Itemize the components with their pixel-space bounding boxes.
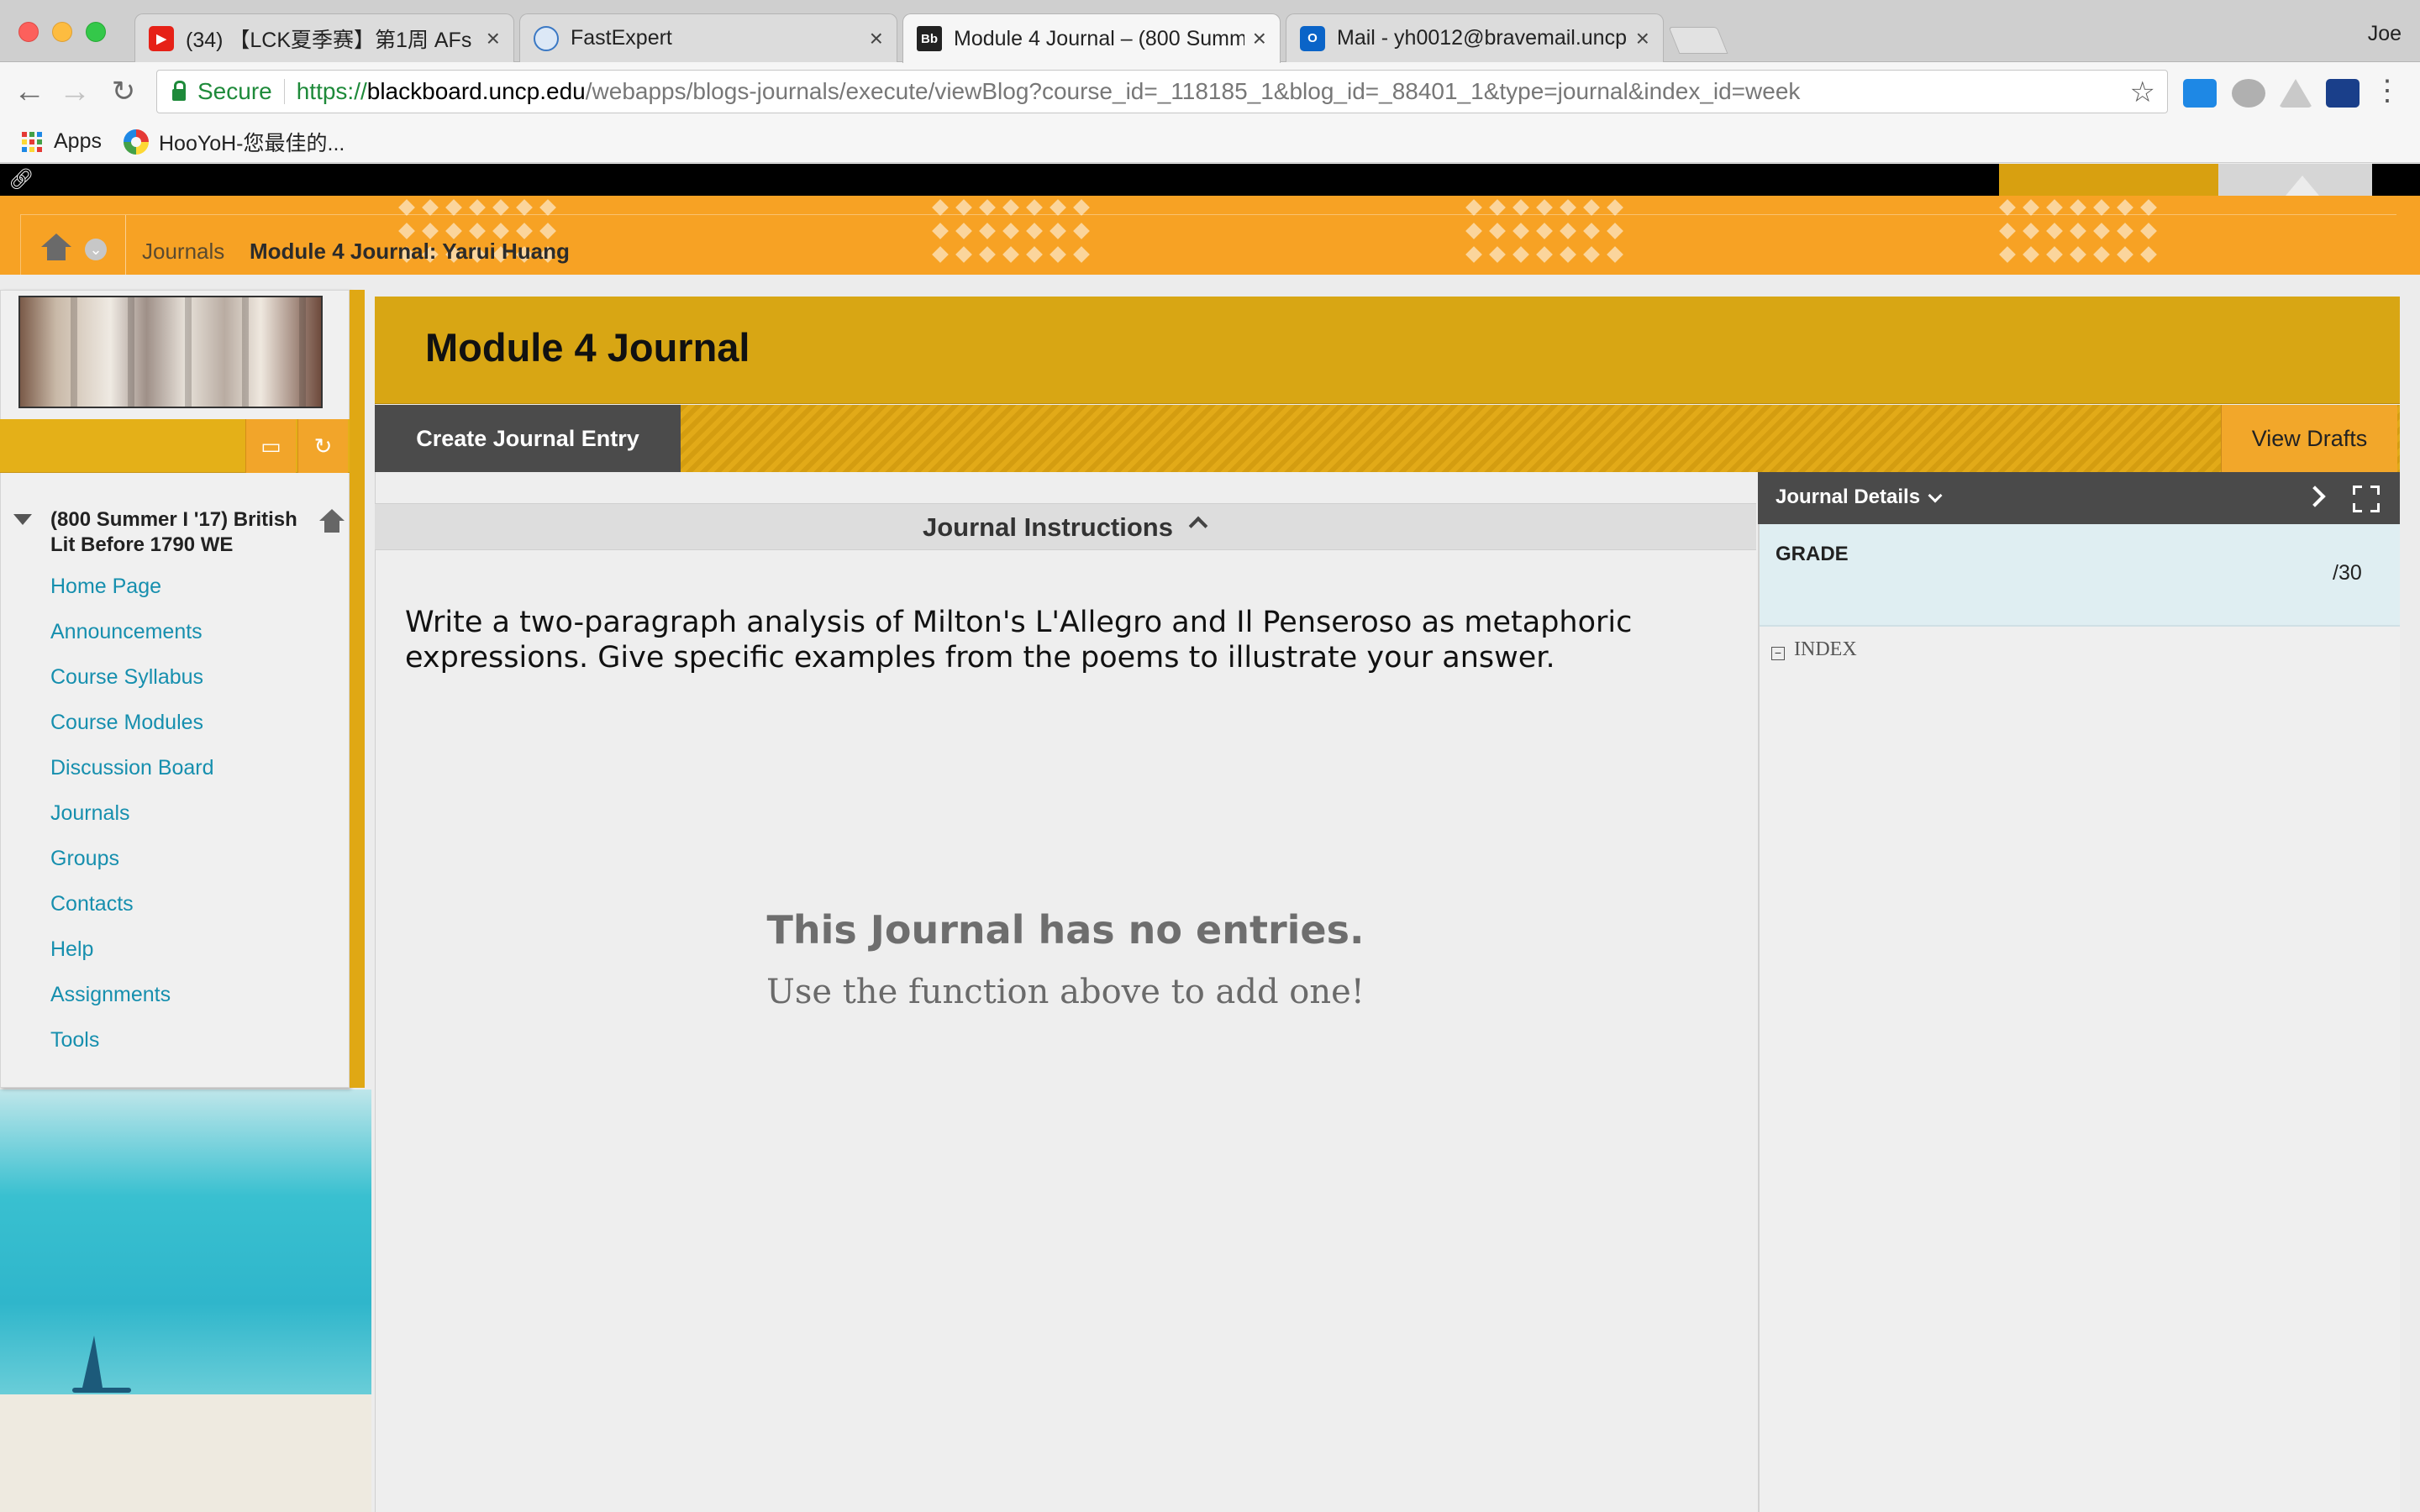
- outlook-icon: O: [1300, 25, 1325, 51]
- lock-icon: [172, 81, 186, 101]
- breadcrumb-divider: [125, 215, 126, 275]
- blackboard-icon: Bb: [917, 26, 942, 51]
- home-icon[interactable]: [41, 234, 71, 260]
- sand-background-image: [0, 1394, 371, 1512]
- breadcrumb: ⌄ Journals Module 4 Journal: Yarui Huang: [20, 214, 2396, 275]
- browser-tab-fastexpert[interactable]: FastExpert ×: [519, 13, 897, 62]
- sailboat-icon: [82, 1336, 103, 1388]
- course-home-icon[interactable]: [319, 509, 345, 533]
- view-drafts-button[interactable]: View Drafts: [2221, 405, 2397, 472]
- url-path: /webapps/blogs-journals/execute/viewBlog…: [585, 78, 1801, 104]
- bookmark-star-icon[interactable]: ☆: [2130, 76, 2155, 109]
- browser-tab-blackboard[interactable]: Bb Module 4 Journal – (800 Summ ×: [902, 13, 1281, 63]
- browser-tab-bar: ▶ (34) 【LCK夏季赛】第1周 AFs × FastExpert × Bb…: [0, 0, 2420, 63]
- grade-label: GRADE: [1776, 543, 1849, 565]
- link-icon[interactable]: 🔗︎: [8, 167, 34, 192]
- nav-item-home-page[interactable]: Home Page: [50, 575, 214, 620]
- folder-view-icon[interactable]: ▭: [245, 419, 296, 473]
- hooyoh-icon: [123, 129, 149, 155]
- nav-item-help[interactable]: Help: [50, 937, 214, 983]
- address-divider: [283, 79, 285, 104]
- profile-name[interactable]: Joe: [2368, 22, 2402, 46]
- url-scheme: https://: [296, 78, 367, 104]
- tab-title: FastExpert: [571, 26, 672, 50]
- clapper-extension-icon[interactable]: [2326, 79, 2360, 108]
- empty-state-title: This Journal has no entries.: [766, 907, 1365, 953]
- secure-label: Secure: [197, 78, 272, 104]
- breadcrumb-journals[interactable]: Journals: [142, 239, 224, 265]
- index-label[interactable]: INDEX: [1794, 638, 1857, 661]
- collapse-box-icon[interactable]: −: [1771, 647, 1785, 660]
- nav-item-course-modules[interactable]: Course Modules: [50, 711, 214, 756]
- forward-arrow-icon[interactable]: →: [57, 74, 92, 109]
- window-close-button[interactable]: [18, 22, 39, 42]
- tab-close-icon[interactable]: ×: [1636, 25, 1649, 52]
- youtube-icon: ▶: [149, 25, 174, 51]
- browser-menu-icon[interactable]: ⋮: [2373, 74, 2402, 108]
- nav-item-contacts[interactable]: Contacts: [50, 892, 214, 937]
- browser-tab-mail[interactable]: O Mail - yh0012@bravemail.uncp ×: [1286, 13, 1664, 62]
- fastexpert-icon: [534, 25, 559, 51]
- course-title[interactable]: (800 Summer I '17) British Lit Before 17…: [50, 507, 319, 558]
- course-banner-image: [18, 296, 323, 408]
- grade-value: /30: [2333, 561, 2362, 585]
- lite-extension-icon[interactable]: [2183, 79, 2217, 108]
- nav-item-journals[interactable]: Journals: [50, 801, 214, 847]
- expand-icon[interactable]: [2353, 486, 2380, 512]
- browser-tab-youtube[interactable]: ▶ (34) 【LCK夏季赛】第1周 AFs ×: [134, 13, 514, 62]
- bb-top-tab-active[interactable]: [1999, 164, 2218, 196]
- refresh-icon[interactable]: ↻: [297, 419, 348, 473]
- bookmark-hooyoh[interactable]: HooYoH-您最佳的...: [159, 127, 345, 157]
- tab-close-icon[interactable]: ×: [487, 25, 500, 52]
- course-nav: Home Page Announcements Course Syllabus …: [50, 575, 214, 1074]
- course-menu-toolbar: ▭ ↻: [0, 419, 350, 473]
- tab-title: Module 4 Journal – (800 Summ: [954, 26, 1244, 50]
- browser-toolbar: ← → ↻ Secure https:// blackboard.uncp.ed…: [0, 62, 2420, 121]
- nav-item-assignments[interactable]: Assignments: [50, 983, 214, 1028]
- window-zoom-button[interactable]: [86, 22, 106, 42]
- reload-icon[interactable]: ↻: [106, 74, 141, 109]
- sea-background-image: [0, 1089, 371, 1394]
- empty-state-subtitle: Use the function above to add one!: [766, 973, 1365, 1011]
- new-tab-button[interactable]: [1668, 27, 1728, 54]
- instructions-label[interactable]: Journal Instructions: [923, 512, 1173, 543]
- page-title: Module 4 Journal: [425, 325, 750, 370]
- bookmarks-bar: Apps HooYoH-您最佳的...: [0, 121, 2420, 163]
- grade-section: [1760, 524, 2400, 627]
- journal-details-panel: [1758, 472, 2400, 1512]
- tab-title: Mail - yh0012@bravemail.uncp: [1337, 26, 1627, 50]
- bb-top-tab[interactable]: [2218, 164, 2372, 196]
- journal-details-title[interactable]: Journal Details: [1776, 486, 1920, 509]
- address-bar[interactable]: Secure https:// blackboard.uncp.edu /web…: [156, 70, 2168, 113]
- course-menu-handle[interactable]: [350, 290, 365, 1088]
- boat-hull: [72, 1388, 131, 1393]
- chevron-down-icon[interactable]: ⌄: [85, 239, 107, 260]
- instructions-text: Write a two-paragraph analysis of Milton…: [405, 606, 1633, 675]
- nav-item-groups[interactable]: Groups: [50, 847, 214, 892]
- nav-item-course-syllabus[interactable]: Course Syllabus: [50, 665, 214, 711]
- tab-close-icon[interactable]: ×: [1253, 25, 1266, 52]
- nav-item-discussion-board[interactable]: Discussion Board: [50, 756, 214, 801]
- puzzle-extension-icon[interactable]: [2232, 79, 2265, 108]
- back-arrow-icon[interactable]: ←: [12, 74, 47, 109]
- collapse-caret-icon[interactable]: [13, 514, 32, 525]
- breadcrumb-current: Module 4 Journal: Yarui Huang: [250, 239, 570, 264]
- tab-title: (34) 【LCK夏季赛】第1周 AFs: [186, 28, 472, 52]
- tab-close-icon[interactable]: ×: [870, 25, 883, 52]
- nav-item-tools[interactable]: Tools: [50, 1028, 214, 1074]
- window-minimize-button[interactable]: [52, 22, 72, 42]
- drive-extension-icon[interactable]: [2279, 79, 2312, 108]
- apps-grid-icon: [22, 131, 42, 152]
- nav-item-announcements[interactable]: Announcements: [50, 620, 214, 665]
- course-header: ⌄ Journals Module 4 Journal: Yarui Huang: [0, 196, 2420, 275]
- bookmark-apps[interactable]: Apps: [54, 129, 102, 154]
- url-host: blackboard.uncp.edu: [366, 78, 586, 104]
- create-journal-entry-button[interactable]: Create Journal Entry: [375, 405, 681, 472]
